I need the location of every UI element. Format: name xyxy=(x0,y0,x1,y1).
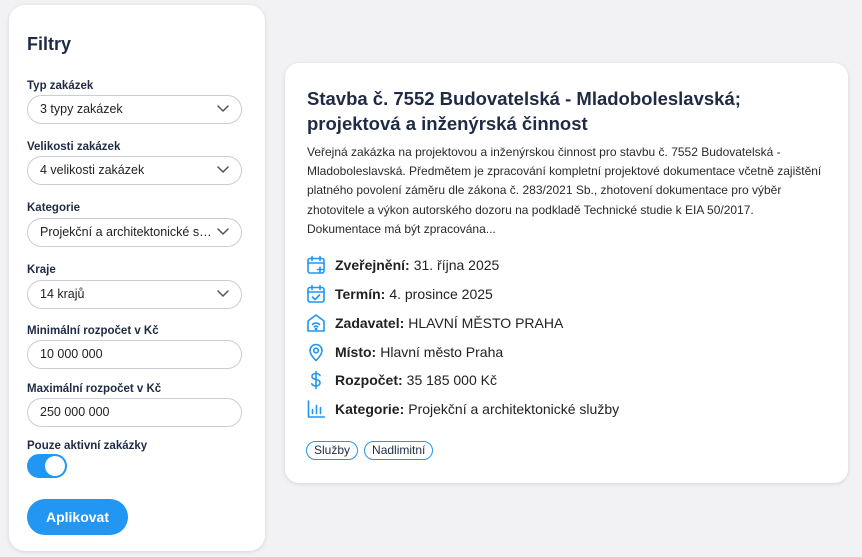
category-label: Kategorie xyxy=(27,202,81,214)
active-only-label: Pouze aktivní zakázky xyxy=(27,440,148,452)
chevron-down-icon xyxy=(217,105,229,112)
max-budget-input[interactable]: 250 000 000 xyxy=(27,398,242,427)
size-label: Velikosti zakázek xyxy=(27,141,121,153)
published-label: Zveřejnění: xyxy=(335,257,410,273)
category-select[interactable]: Projekční a architektonické služby xyxy=(27,218,242,247)
meta-category: Kategorie: Projekční a architektonické s… xyxy=(306,397,619,421)
min-budget-input[interactable]: 10 000 000 xyxy=(27,340,242,369)
tag-above-threshold: Nadlimitní xyxy=(364,441,434,460)
contracting-label: Zadavatel: xyxy=(335,315,405,331)
budget-value: 35 185 000 Kč xyxy=(406,372,497,388)
tender-title[interactable]: Stavba č. 7552 Budovatelská - Mladoboles… xyxy=(307,86,827,136)
budget-label: Rozpočet: xyxy=(335,372,403,388)
calendar-check-icon xyxy=(307,284,325,303)
active-only-toggle[interactable] xyxy=(27,454,67,478)
place-value: Hlavní město Praha xyxy=(380,344,504,360)
meta-deadline: Termín: 4. prosince 2025 xyxy=(306,282,493,306)
building-icon xyxy=(307,314,325,332)
type-select-value: 3 typy zakázek xyxy=(40,102,123,116)
region-label: Kraje xyxy=(27,264,56,276)
bar-chart-icon xyxy=(307,400,326,418)
type-label: Typ zakázek xyxy=(27,80,94,92)
region-select-value: 14 krajů xyxy=(40,287,85,301)
filters-panel: Filtry Typ zakázek 3 typy zakázek Veliko… xyxy=(9,5,265,551)
min-budget-label: Minimální rozpočet v Kč xyxy=(27,325,159,337)
chevron-down-icon xyxy=(217,290,229,297)
map-pin-icon xyxy=(309,343,323,362)
meta-published: Zveřejnění: 31. října 2025 xyxy=(306,253,499,277)
tag-list: Služby Nadlimitní xyxy=(306,441,434,460)
region-select[interactable]: 14 krajů xyxy=(27,280,242,309)
category-select-value: Projekční a architektonické služby xyxy=(40,225,212,239)
dollar-icon xyxy=(311,370,321,390)
deadline-label: Termín: xyxy=(335,286,386,302)
meta-budget: Rozpočet: 35 185 000 Kč xyxy=(306,368,497,392)
published-value: 31. října 2025 xyxy=(413,257,500,273)
contracting-value: HLAVNÍ MĚSTO PRAHA xyxy=(408,315,564,331)
size-select[interactable]: 4 velikosti zakázek xyxy=(27,156,242,185)
tender-description: Veřejná zakázka na projektovou a inženýr… xyxy=(307,145,822,236)
filters-title: Filtry xyxy=(27,34,72,54)
meta-place: Místo: Hlavní město Praha xyxy=(306,340,503,364)
size-select-value: 4 velikosti zakázek xyxy=(40,163,145,177)
category-label: Kategorie: xyxy=(335,401,405,417)
deadline-value: 4. prosince 2025 xyxy=(389,286,493,302)
apply-button[interactable]: Aplikovat xyxy=(27,499,128,535)
tender-card[interactable]: Stavba č. 7552 Budovatelská - Mladoboles… xyxy=(285,63,848,483)
category-value: Projekční a architektonické služby xyxy=(408,401,620,417)
chevron-down-icon xyxy=(217,228,229,235)
meta-contracting: Zadavatel: HLAVNÍ MĚSTO PRAHA xyxy=(306,311,563,335)
tag-services: Služby xyxy=(306,441,359,460)
toggle-knob xyxy=(45,456,65,476)
type-select[interactable]: 3 typy zakázek xyxy=(27,95,242,124)
place-label: Místo: xyxy=(335,344,377,360)
chevron-down-icon xyxy=(217,166,229,173)
calendar-plus-icon xyxy=(307,255,325,274)
max-budget-label: Maximální rozpočet v Kč xyxy=(27,383,162,395)
